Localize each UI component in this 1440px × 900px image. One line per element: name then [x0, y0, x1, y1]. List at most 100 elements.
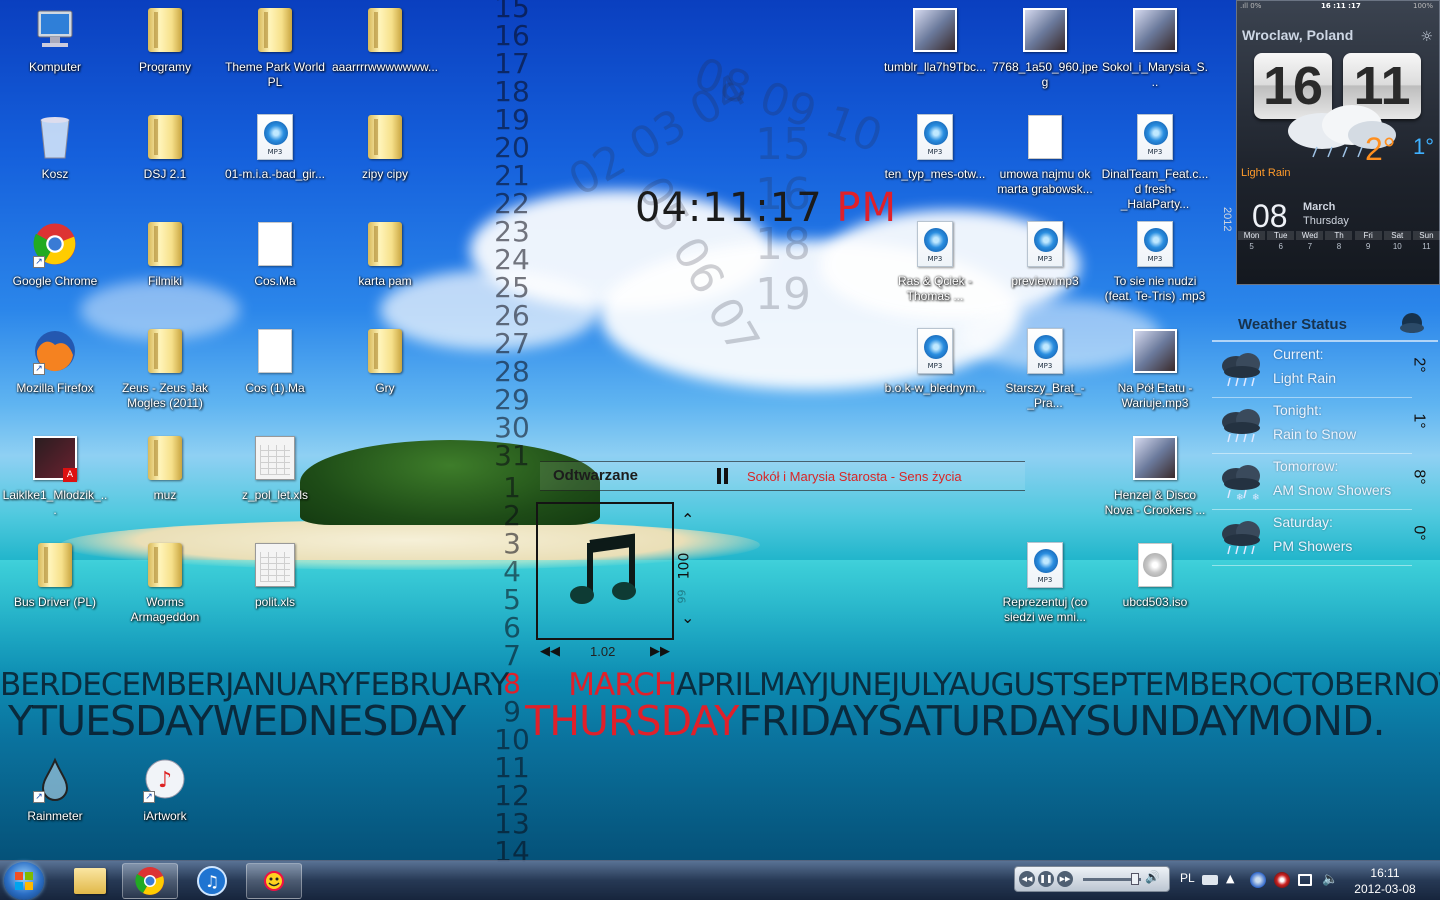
desktop-icon[interactable]: ubcd503.iso: [1100, 541, 1210, 610]
player-time: 1.02: [590, 644, 616, 659]
desktop-icon[interactable]: z_pol_let.xls: [220, 434, 330, 503]
desktop-icon[interactable]: muz: [110, 434, 220, 503]
weather-rain-icon: [1222, 353, 1260, 387]
pause-button[interactable]: [714, 466, 732, 486]
desktop-icon[interactable]: zipy cipy: [330, 113, 440, 182]
desktop-icon-label: 01-m.i.a.-bad_gir...: [224, 167, 326, 181]
gear-icon[interactable]: ☼: [1420, 29, 1433, 45]
desktop-icon-label: Henzel & Disco Nova - Crookers ...: [1104, 488, 1206, 517]
taskbar-itunes[interactable]: ♫: [184, 863, 240, 899]
desktop-icon[interactable]: Kosz: [0, 113, 110, 182]
tray-volume-knob[interactable]: [1131, 873, 1139, 885]
hour-digit: 17: [494, 47, 530, 80]
desktop-icon[interactable]: Theme Park World PL: [220, 6, 330, 90]
image-file-icon: [1131, 6, 1179, 54]
desktop-icon[interactable]: 7768_1a50_960.jpeg: [990, 6, 1100, 90]
hour-digit: 19: [494, 103, 530, 136]
desktop-icon[interactable]: MP3 DinalTeam_Feat.c... d fresh-_HalaPart…: [1100, 113, 1210, 212]
language-indicator[interactable]: PL: [1180, 871, 1195, 885]
desktop-icon[interactable]: Na Pół Etatu - Wariuje.mp3: [1100, 327, 1210, 411]
desktop-icon-label: Theme Park World PL: [225, 60, 325, 89]
taskbar-sun-app[interactable]: [246, 863, 302, 899]
desktop-icon[interactable]: MP3 Reprezentuj (co siedzi we mni...: [990, 541, 1100, 625]
speaker-icon[interactable]: 🔊: [1145, 870, 1160, 884]
desktop-icon[interactable]: aaarrrrwwwwwww...: [330, 6, 440, 75]
desktop-icon[interactable]: Zeus - Zeus Jak Mogles (2011): [110, 327, 220, 411]
calendar-year: 2012: [1221, 207, 1233, 232]
sun-icon: [264, 871, 284, 891]
desktop-icon-label: zipy cipy: [361, 167, 408, 181]
desktop-icon[interactable]: karta pam: [330, 220, 440, 289]
desktop-icon[interactable]: Cos.Ma: [220, 220, 330, 289]
desktop-icon[interactable]: Bus Driver (PL): [0, 541, 110, 610]
desktop-icon[interactable]: Sokol_i_Marysia_S...: [1100, 6, 1210, 90]
weather-calendar-widget: .ıll 0% 16 :11 :17 100% Wroclaw, Poland …: [1221, 0, 1440, 285]
forecast-label: Tonight:: [1273, 402, 1323, 418]
desktop-icon[interactable]: Filmiki: [110, 220, 220, 289]
desktop-icon[interactable]: MP3 ten_typ_mes-otw...: [880, 113, 990, 182]
folder-icon: [141, 541, 189, 589]
desktop-icon-label: Sokol_i_Marysia_S...: [1101, 60, 1209, 89]
day-digit: 3: [503, 527, 521, 560]
desktop-icon[interactable]: MP3 01-m.i.a.-bad_gir...: [220, 113, 330, 182]
desktop-icon[interactable]: Worms Armageddon: [110, 541, 220, 625]
tray-prev-icon[interactable]: ◀◀: [1019, 871, 1035, 887]
folder-icon: [361, 6, 409, 54]
desktop-icon[interactable]: Gry: [330, 327, 440, 396]
keyboard-icon[interactable]: [1202, 875, 1218, 885]
hour-digit: 22: [494, 187, 530, 220]
tray-pause-icon[interactable]: ❚❚: [1038, 871, 1054, 887]
desktop-icon[interactable]: Programy: [110, 6, 220, 75]
volume-icon[interactable]: 🔈: [1322, 872, 1338, 888]
desktop-icon[interactable]: Komputer: [0, 6, 110, 75]
desktop-icon[interactable]: MP3 To sie nie nudzi (feat. Te-Tris) .mp3: [1100, 220, 1210, 304]
forward-icon[interactable]: ▶▶: [650, 643, 670, 659]
week-day-name: Wed: [1296, 231, 1324, 240]
volume-down-icon[interactable]: ⌄: [681, 608, 694, 627]
day-digit: 6: [503, 611, 521, 644]
svg-text:❄: ❄: [1236, 493, 1244, 502]
system-clock[interactable]: 16:11 2012-03-08: [1350, 865, 1420, 897]
desktop-icon[interactable]: MP3 Ras & Qciek - Thomas ...: [880, 220, 990, 304]
desktop-icon-label: Filmiki: [148, 274, 182, 288]
system-date: 2012-03-08: [1354, 882, 1416, 896]
album-art[interactable]: [536, 502, 674, 640]
desktop-icon[interactable]: ↗ Rainmeter: [0, 755, 110, 824]
desktop-icon-label: Cos.Ma: [254, 274, 296, 288]
desktop-icon[interactable]: polit.xls: [220, 541, 330, 610]
taskbar-explorer[interactable]: [62, 863, 118, 899]
weather-status-title: Weather Status: [1238, 316, 1347, 333]
desktop-icon-label: Ras & Qciek - Thomas ...: [897, 274, 972, 303]
desktop-icon[interactable]: Henzel & Disco Nova - Crookers ...: [1100, 434, 1210, 518]
forecast-row: Saturday: PM Showers 0°: [1212, 510, 1440, 566]
desktop-icon[interactable]: MP3 b.o.k-w_blednym...: [880, 327, 990, 396]
folder-icon: [141, 327, 189, 375]
forecast-row: ❄ ❄ Tomorrow: AM Snow Showers 8°: [1212, 454, 1440, 510]
desktop-icon[interactable]: MP3 Starszy_Brat_-_Pra...: [990, 327, 1100, 411]
tray-next-icon[interactable]: ▶▶: [1057, 871, 1073, 887]
volume-control[interactable]: ⌃ 100 99 ⌄: [676, 510, 701, 630]
desktop-icon[interactable]: tumblr_lla7h9Tbc...: [880, 6, 990, 75]
volume-up-icon[interactable]: ⌃: [681, 510, 694, 529]
weather-snow-icon: ❄ ❄: [1222, 465, 1260, 502]
network-status-icon[interactable]: [1250, 872, 1266, 888]
action-center-icon[interactable]: [1298, 874, 1312, 886]
taskbar-media-controls: ◀◀ ❚❚ ▶▶ 🔊: [1014, 866, 1170, 892]
rewind-icon[interactable]: ◀◀: [540, 643, 560, 659]
taskbar-chrome[interactable]: [122, 863, 178, 899]
desktop-icon[interactable]: umowa najmu ok marta grabowsk...: [990, 113, 1100, 197]
desktop-icon[interactable]: ♪ ↗ iArtwork: [110, 755, 220, 824]
desktop-icon[interactable]: A Laiklke1_Mlodzik_...: [0, 434, 110, 518]
show-hidden-icons-chevron[interactable]: ▲: [1226, 872, 1242, 888]
gear-tray-icon[interactable]: [1274, 872, 1290, 888]
week-day-date: 7: [1307, 242, 1313, 251]
start-button[interactable]: [4, 862, 44, 900]
desktop-icon[interactable]: DSJ 2.1: [110, 113, 220, 182]
desktop-icon[interactable]: ↗ Mozilla Firefox: [0, 327, 110, 396]
desktop-icon[interactable]: MP3 preview.mp3: [990, 220, 1100, 289]
desktop-icon[interactable]: Cos (1).Ma: [220, 327, 330, 396]
forecast-divider: [1212, 565, 1412, 566]
desktop-icon[interactable]: ↗ Google Chrome: [0, 220, 110, 289]
desktop-icon-label: Reprezentuj (co siedzi we mni...: [1002, 595, 1088, 624]
current-temperature: 2°: [1365, 131, 1396, 167]
